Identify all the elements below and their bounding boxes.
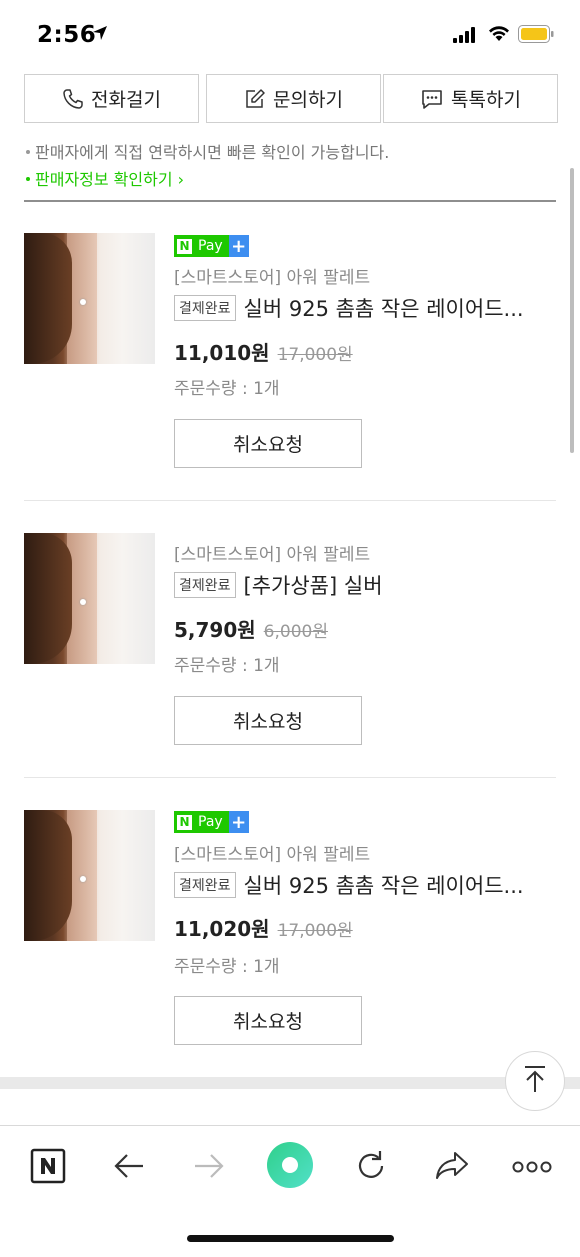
home-indicator[interactable] xyxy=(187,1235,394,1242)
home-circle-button[interactable] xyxy=(266,1141,314,1193)
product-thumbnail[interactable] xyxy=(24,233,155,364)
status-time: 2:56 xyxy=(37,22,97,48)
original-price: 17,000원 xyxy=(277,921,353,941)
store-name: [스마트스토어] 아워 팔레트 xyxy=(174,268,371,288)
call-button-label: 전화걸기 xyxy=(91,89,161,111)
cancel-request-button[interactable]: 취소요청 xyxy=(174,996,362,1045)
share-button[interactable] xyxy=(430,1146,474,1190)
order-quantity: 주문수량 : 1개 xyxy=(174,957,280,977)
store-name: [스마트스토어] 아워 팔레트 xyxy=(174,845,371,865)
inquiry-button-label: 문의하기 xyxy=(273,89,343,111)
cancel-request-button[interactable]: 취소요청 xyxy=(174,419,362,468)
back-arrow-icon xyxy=(113,1152,145,1184)
forward-arrow-icon xyxy=(193,1152,225,1184)
home-circle-icon xyxy=(266,1141,314,1193)
naver-n-icon: N xyxy=(177,814,192,830)
npay-plus-badge: N Pay + xyxy=(174,235,249,257)
talktalk-button[interactable]: 톡톡하기 xyxy=(383,74,558,123)
refresh-button[interactable] xyxy=(349,1146,393,1190)
sale-price: 11,020원 xyxy=(174,917,270,941)
naver-home-icon xyxy=(30,1148,66,1188)
original-price: 17,000원 xyxy=(277,345,353,365)
contact-notice-text: 판매자에게 직접 연락하시면 빠른 확인이 가능합니다. xyxy=(35,143,390,162)
location-arrow-icon xyxy=(92,25,108,45)
wifi-icon xyxy=(487,24,511,46)
share-icon xyxy=(434,1150,470,1186)
sale-price: 11,010원 xyxy=(174,341,270,365)
product-name[interactable]: [추가상품] 실버 xyxy=(244,570,383,600)
product-thumbnail[interactable] xyxy=(24,810,155,941)
plus-icon: + xyxy=(228,811,249,833)
back-button[interactable] xyxy=(107,1146,151,1190)
order-quantity: 주문수량 : 1개 xyxy=(174,379,280,399)
store-name: [스마트스토어] 아워 팔레트 xyxy=(174,545,371,565)
arrow-up-icon xyxy=(521,1064,549,1098)
battery-icon xyxy=(518,25,554,47)
phone-icon xyxy=(62,88,84,110)
npay-plus-badge: N Pay + xyxy=(174,811,249,833)
order-divider xyxy=(24,500,556,501)
call-button[interactable]: 전화걸기 xyxy=(24,74,199,123)
section-gap xyxy=(0,1077,580,1089)
order-status-badge: 결제완료 xyxy=(174,872,236,898)
chat-icon xyxy=(420,88,444,110)
talktalk-button-label: 톡톡하기 xyxy=(451,89,521,111)
sale-price: 5,790원 xyxy=(174,618,256,642)
more-button[interactable] xyxy=(510,1146,554,1190)
cell-signal-icon xyxy=(453,27,479,47)
section-divider xyxy=(24,200,556,202)
product-thumbnail[interactable] xyxy=(24,533,155,664)
edit-icon xyxy=(244,88,266,110)
plus-icon: + xyxy=(228,235,249,257)
order-divider xyxy=(24,777,556,778)
cancel-request-button[interactable]: 취소요청 xyxy=(174,696,362,745)
seller-info-link-label: 판매자정보 확인하기 xyxy=(35,170,173,189)
order-status-badge: 결제완료 xyxy=(174,572,236,598)
status-bar: 2:56 xyxy=(0,0,580,70)
seller-contact-actions: 전화걸기 문의하기 톡톡하기 xyxy=(24,74,558,125)
naver-home-button[interactable] xyxy=(26,1146,70,1190)
npay-label: Pay xyxy=(198,814,223,830)
refresh-icon xyxy=(354,1149,388,1187)
scrollbar[interactable] xyxy=(570,168,574,453)
chevron-right-icon: › xyxy=(172,170,185,189)
more-icon xyxy=(512,1159,552,1178)
scroll-to-top-button[interactable] xyxy=(505,1051,565,1111)
original-price: 6,000원 xyxy=(263,622,328,642)
order-quantity: 주문수량 : 1개 xyxy=(174,656,280,676)
forward-button[interactable] xyxy=(187,1146,231,1190)
inquiry-button[interactable]: 문의하기 xyxy=(206,74,381,123)
naver-n-icon: N xyxy=(177,238,192,254)
seller-info-link[interactable]: 판매자정보 확인하기 › xyxy=(26,166,184,190)
order-status-badge: 결제완료 xyxy=(174,295,236,321)
contact-notice: 판매자에게 직접 연락하시면 빠른 확인이 가능합니다. xyxy=(26,139,389,163)
product-name[interactable]: 실버 925 촘촘 작은 레이어드... xyxy=(244,870,524,900)
product-name[interactable]: 실버 925 촘촘 작은 레이어드... xyxy=(244,293,524,323)
npay-label: Pay xyxy=(198,238,223,254)
